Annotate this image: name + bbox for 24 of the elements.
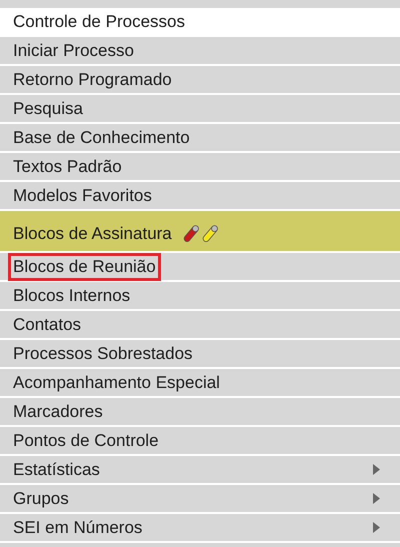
menu-link[interactable]: SEI em Números: [8, 514, 148, 542]
submenu-arrow-icon: [373, 522, 380, 533]
menu-item[interactable]: Controle de Processos: [0, 8, 400, 37]
menu-link[interactable]: Controle de Processos: [8, 8, 190, 36]
submenu-arrow-icon: [373, 464, 380, 475]
menu-link[interactable]: Estatísticas: [8, 456, 105, 484]
menu-link[interactable]: Modelos Favoritos: [8, 182, 157, 210]
menu-item[interactable]: Blocos de Assinatura: [0, 211, 400, 253]
menu-link[interactable]: Blocos de Assinatura: [8, 220, 177, 248]
menu-link[interactable]: Processos Sobrestados: [8, 340, 198, 368]
menu-link[interactable]: Textos Padrão: [8, 152, 127, 180]
menu-link[interactable]: Blocos de Reunião: [8, 252, 161, 280]
menu-link[interactable]: Marcadores: [8, 398, 108, 426]
submenu-arrow-icon: [373, 493, 380, 504]
menu-link[interactable]: Pesquisa: [8, 94, 88, 122]
menu-link[interactable]: Retorno Programado: [8, 66, 177, 94]
menu-item[interactable]: Blocos de Reunião: [0, 253, 400, 282]
menu-link[interactable]: Base de Conhecimento: [8, 124, 195, 152]
menu-link[interactable]: Iniciar Processo: [8, 36, 139, 64]
menu-link[interactable]: Grupos: [8, 484, 74, 512]
menu-link[interactable]: Acompanhamento Especial: [8, 368, 225, 396]
menu-link[interactable]: Pontos de Controle: [8, 426, 164, 454]
menu-link[interactable]: Blocos Internos: [8, 282, 136, 310]
menu-link[interactable]: Contatos: [8, 310, 86, 338]
